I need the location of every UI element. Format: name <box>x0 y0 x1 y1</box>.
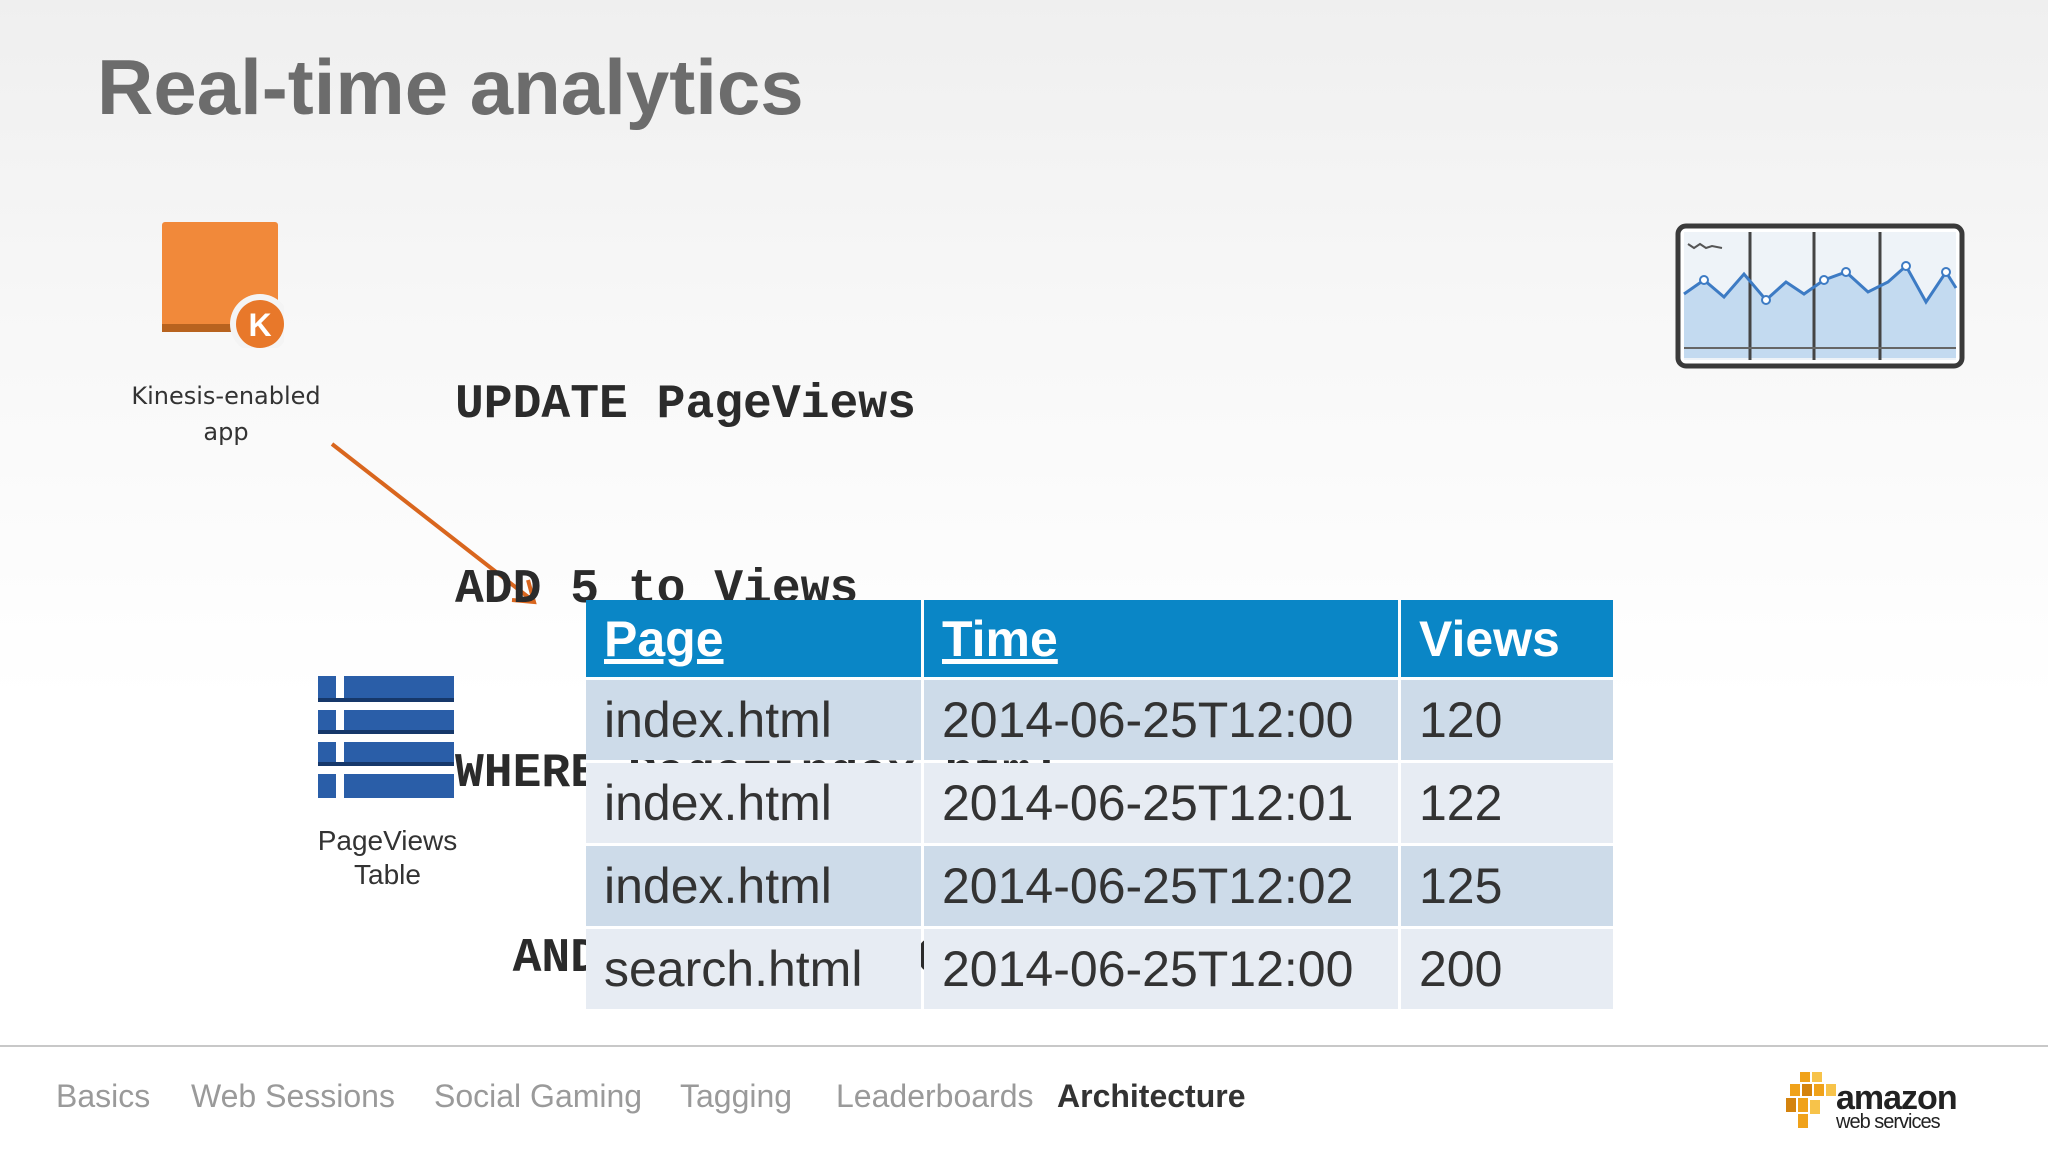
table-row: index.html 2014-06-25T12:01 122 <box>586 763 1613 843</box>
nav-item-web-sessions[interactable]: Web Sessions <box>191 1078 395 1115</box>
cell-views: 122 <box>1401 763 1613 843</box>
footer-divider <box>0 1045 2048 1047</box>
cell-views: 125 <box>1401 846 1613 926</box>
kinesis-label-line1: Kinesis-enabled <box>131 382 321 410</box>
table-header-row: Page Time Views <box>586 600 1613 677</box>
nav-item-basics[interactable]: Basics <box>56 1078 150 1115</box>
header-views: Views <box>1401 600 1613 677</box>
cell-time: 2014-06-25T12:01 <box>924 763 1398 843</box>
cell-time: 2014-06-25T12:02 <box>924 846 1398 926</box>
cell-time: 2014-06-25T12:00 <box>924 929 1398 1009</box>
cell-page: search.html <box>586 929 921 1009</box>
kinesis-letter: K <box>248 307 271 343</box>
cell-views: 200 <box>1401 929 1613 1009</box>
slide-title: Real-time analytics <box>97 43 804 131</box>
table-label-line1: PageViews <box>317 825 458 856</box>
aws-logo-icon <box>1786 1072 1836 1128</box>
cell-page: index.html <box>586 763 921 843</box>
table-icon <box>318 676 454 798</box>
aws-subtitle: web services <box>1836 1111 1941 1133</box>
cell-page: index.html <box>586 846 921 926</box>
table-row: index.html 2014-06-25T12:02 125 <box>586 846 1613 926</box>
table-row: search.html 2014-06-25T12:00 200 <box>586 929 1613 1009</box>
cell-time: 2014-06-25T12:00 <box>924 680 1398 760</box>
code-line: UPDATE PageViews <box>455 378 916 432</box>
nav-item-architecture[interactable]: Architecture <box>1057 1078 1246 1115</box>
cell-page: index.html <box>586 680 921 760</box>
nav-item-leaderboards[interactable]: Leaderboards <box>836 1078 1033 1115</box>
table-label-line2: Table <box>354 859 421 890</box>
nav-item-tagging[interactable]: Tagging <box>680 1078 792 1115</box>
kinesis-label-line2: app <box>203 418 249 446</box>
dashboard-chart-icon <box>1675 223 1965 369</box>
header-time[interactable]: Time <box>924 600 1398 677</box>
pageviews-table: Page Time Views index.html 2014-06-25T12… <box>583 597 1616 1012</box>
cell-views: 120 <box>1401 680 1613 760</box>
kinesis-icon: K <box>162 222 284 348</box>
nav-item-social-gaming[interactable]: Social Gaming <box>434 1078 642 1115</box>
table-label: PageViews Table <box>300 824 475 892</box>
header-page[interactable]: Page <box>586 600 921 677</box>
kinesis-label: Kinesis-enabled app <box>110 378 342 450</box>
table-row: index.html 2014-06-25T12:00 120 <box>586 680 1613 760</box>
